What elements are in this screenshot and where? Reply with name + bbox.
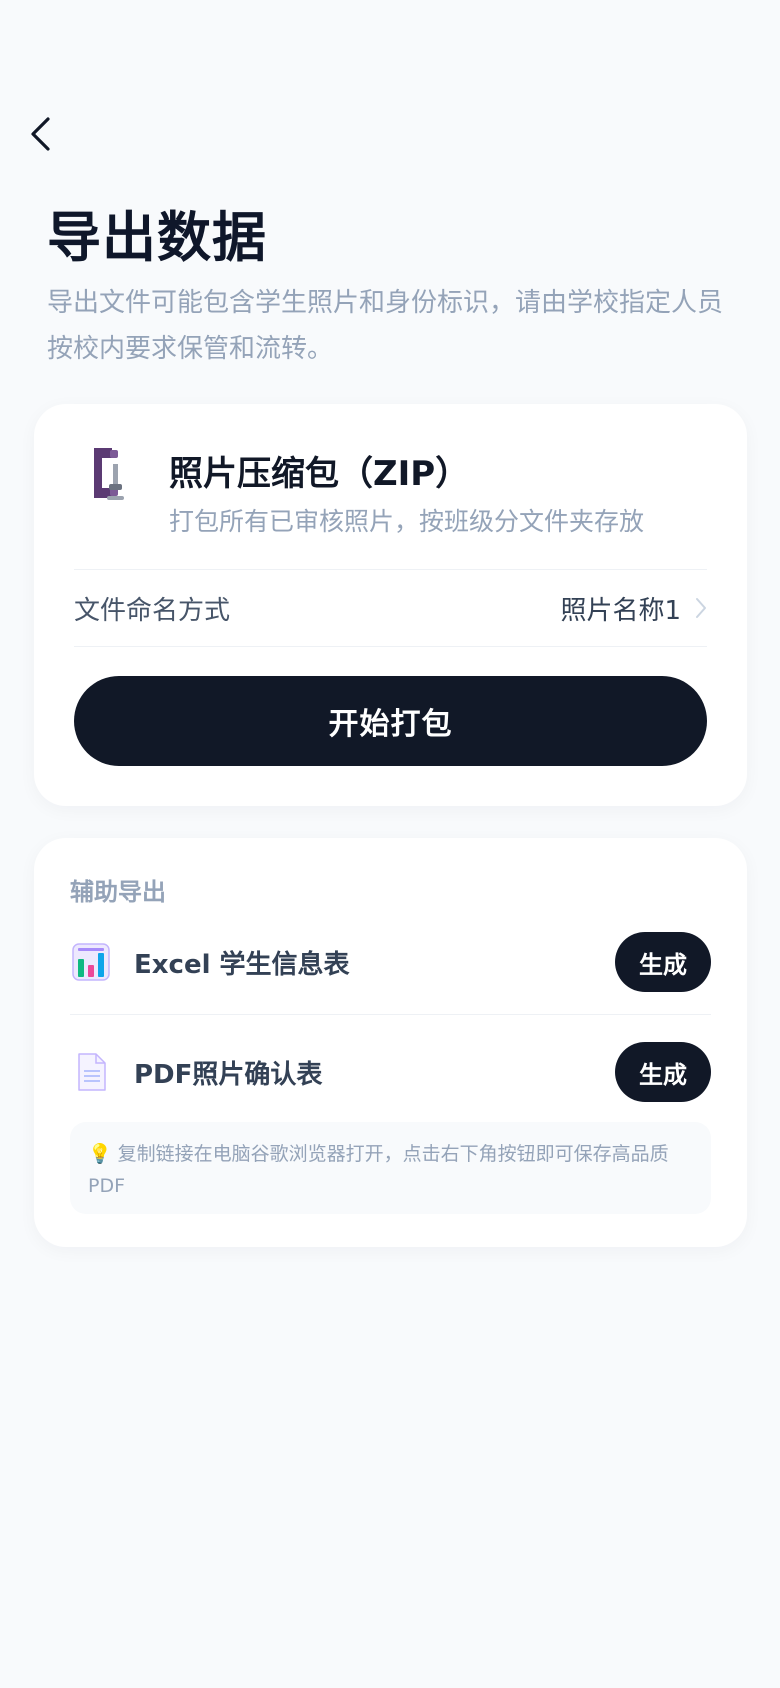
chevron-left-icon bbox=[31, 117, 50, 151]
file-naming-label: 文件命名方式 bbox=[74, 595, 231, 626]
excel-export-row: Excel 学生信息表 生成 bbox=[70, 930, 711, 994]
generate-excel-button[interactable]: 生成 bbox=[615, 932, 711, 992]
pdf-tip-box: 💡 复制链接在电脑谷歌浏览器打开，点击右下角按钮即可保存高品质 PDF bbox=[70, 1122, 711, 1214]
lightbulb-icon: 💡 bbox=[88, 1143, 112, 1165]
clamp-icon bbox=[94, 448, 124, 500]
page-subtitle: 导出文件可能包含学生照片和身份标识，请由学校指定人员按校内要求保管和流转。 bbox=[47, 288, 724, 364]
start-packing-button[interactable]: 开始打包 bbox=[74, 676, 707, 766]
generate-pdf-button[interactable]: 生成 bbox=[615, 1042, 711, 1102]
chevron-right-icon bbox=[696, 598, 706, 618]
excel-export-label: Excel 学生信息表 bbox=[134, 949, 350, 980]
spreadsheet-icon bbox=[72, 943, 110, 981]
zip-export-card: 照片压缩包（ZIP） 打包所有已审核照片，按班级分文件夹存放 文件命名方式 照片… bbox=[34, 404, 747, 806]
document-icon bbox=[78, 1053, 106, 1091]
pdf-export-label: PDF照片确认表 bbox=[134, 1059, 323, 1090]
divider bbox=[70, 1014, 711, 1015]
zip-card-description: 打包所有已审核照片，按班级分文件夹存放 bbox=[169, 507, 645, 536]
file-naming-value: 照片名称1 bbox=[560, 595, 681, 626]
export-data-page: 导出数据 导出文件可能包含学生照片和身份标识，请由学校指定人员按校内要求保管和流… bbox=[0, 0, 780, 1688]
file-naming-value-group: 照片名称1 bbox=[560, 590, 707, 627]
pdf-export-row: PDF照片确认表 生成 bbox=[70, 1040, 711, 1104]
divider bbox=[74, 646, 707, 647]
aux-export-card: 辅助导出 Excel 学生信息表 生成 PDF照片确认表 生成 💡 复制链接在电… bbox=[34, 838, 747, 1247]
section-label: 辅助导出 bbox=[70, 878, 166, 906]
pdf-tip-text: 复制链接在电脑谷歌浏览器打开，点击右下角按钮即可保存高品质 PDF bbox=[88, 1143, 669, 1197]
file-naming-row[interactable]: 文件命名方式 照片名称1 bbox=[74, 570, 707, 646]
zip-card-title: 照片压缩包（ZIP） bbox=[169, 454, 470, 494]
page-title: 导出数据 bbox=[47, 206, 267, 269]
back-button[interactable] bbox=[20, 112, 60, 156]
